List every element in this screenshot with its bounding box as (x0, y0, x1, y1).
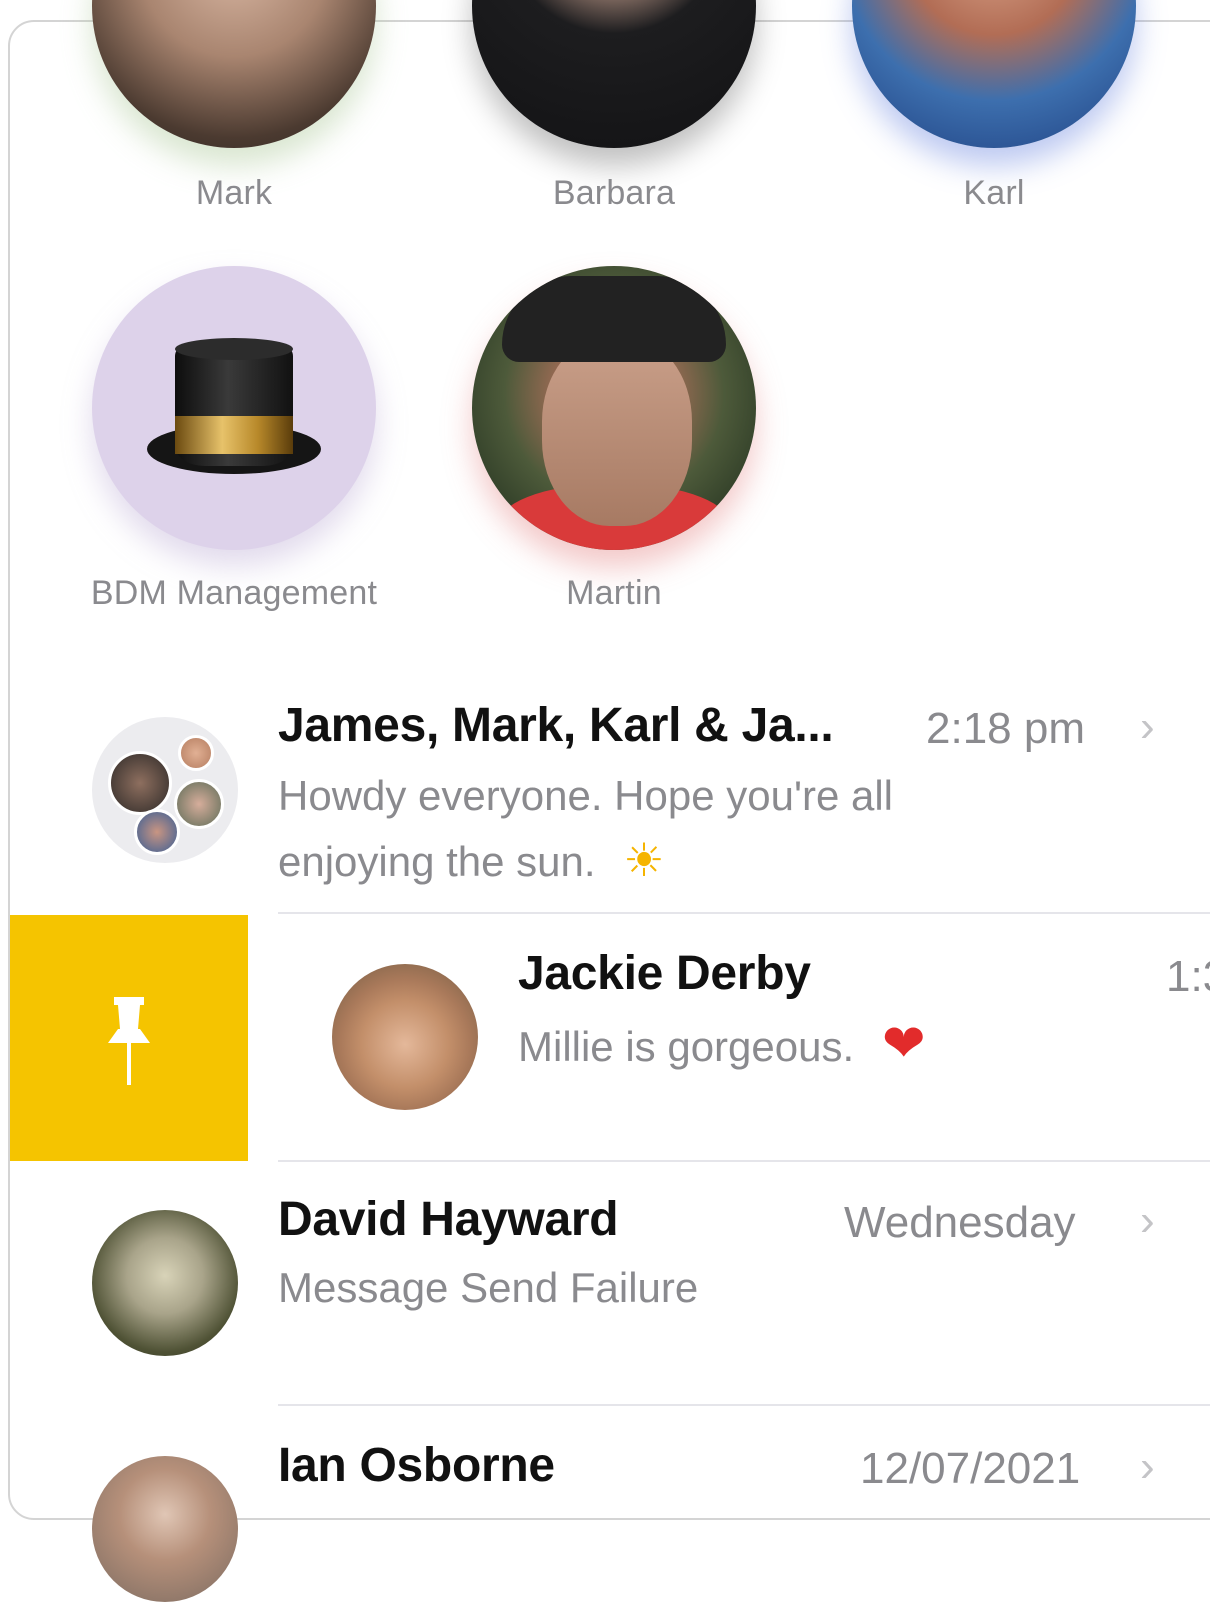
hat-top (175, 338, 293, 360)
preview-line-1: Howdy everyone. Hope you're all (278, 772, 894, 819)
chevron-right-icon: › (1140, 1442, 1155, 1491)
group-avatar (92, 717, 238, 863)
row-divider (278, 912, 1210, 914)
conversation-preview: Howdy everyone. Hope you're all enjoying… (278, 764, 893, 894)
avatar (92, 1456, 238, 1602)
conversation-preview: Millie is gorgeous. ❤ (518, 1012, 925, 1079)
hat-band (175, 416, 293, 454)
chevron-right-icon: › (1140, 1196, 1155, 1245)
preview-text: Millie is gorgeous. (518, 1023, 855, 1070)
conversation-time: 12/07/2021 (860, 1444, 1081, 1493)
avatar (92, 1210, 238, 1356)
avatar-cap (502, 276, 726, 362)
group-member-avatar (174, 779, 224, 829)
preview-line-2-text: enjoying the sun. (278, 838, 596, 885)
avatar (332, 964, 478, 1110)
pinned-avatar-martin[interactable] (472, 266, 756, 550)
pinned-avatar-bdm-management[interactable] (92, 266, 376, 550)
avatar-face (542, 336, 692, 526)
chevron-right-icon: › (1140, 702, 1155, 751)
conversation-title: Jackie Derby (518, 947, 811, 1000)
conversation-title: David Hayward (278, 1193, 619, 1246)
pin-action-button[interactable] (10, 915, 248, 1161)
pinned-name-martin: Martin (566, 574, 662, 612)
conversation-time: 2:18 pm (926, 704, 1085, 753)
group-member-avatar (134, 809, 180, 855)
conversation-preview: Message Send Failure (278, 1264, 699, 1311)
conversation-time: 1:3 (1166, 952, 1210, 1001)
pinned-name-mark: Mark (195, 174, 273, 212)
pinned-name-bdm-management: BDM Management (90, 574, 378, 612)
row-divider (278, 1160, 1210, 1162)
red-heart-emoji: ❤ (881, 1015, 926, 1073)
conversation-title: Ian Osborne (278, 1439, 555, 1492)
pinned-name-karl: Karl (963, 174, 1025, 212)
conversation-time: Wednesday (844, 1198, 1076, 1247)
pin-icon (108, 997, 150, 1085)
preview-line-2: enjoying the sun. ☀ (278, 828, 893, 894)
group-member-avatar (178, 735, 214, 771)
pinned-name-barbara: Barbara (552, 174, 676, 212)
row-divider (278, 1404, 1210, 1406)
conversation-title: James, Mark, Karl & Ja... (278, 699, 834, 752)
group-member-avatar (108, 751, 172, 815)
sun-emoji: ☀ (623, 834, 665, 886)
